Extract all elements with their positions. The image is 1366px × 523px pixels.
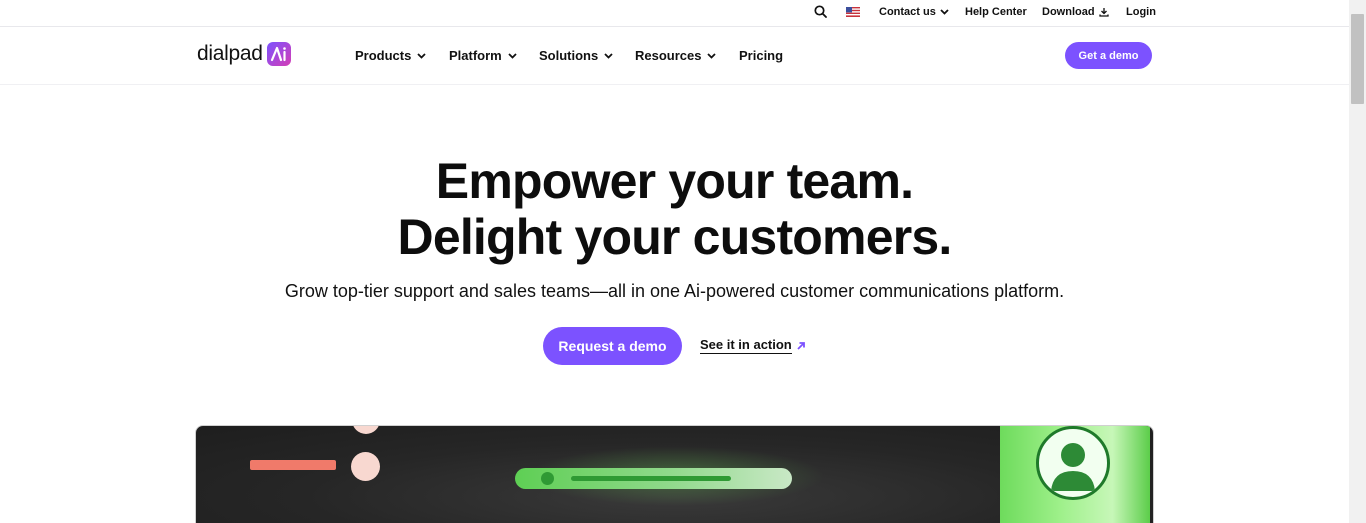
main-nav: dialpad Products Platform Solutions Reso… (0, 28, 1349, 85)
ai-logo-icon (266, 42, 291, 66)
arrow-up-right-icon (797, 341, 805, 350)
green-bar-shape (515, 468, 792, 489)
utility-bar: Contact us Help Center Download Login (0, 0, 1349, 27)
download-link[interactable]: Download (1042, 6, 1109, 18)
peach-dot-shape (352, 426, 380, 434)
page-scrollbar[interactable] (1349, 0, 1366, 523)
scrollbar-thumb[interactable] (1351, 14, 1364, 104)
hero-title: Empower your team. Delight your customer… (0, 153, 1349, 265)
pink-bar-shape (250, 460, 336, 470)
get-a-demo-button[interactable]: Get a demo (1065, 42, 1152, 69)
nav-item-platform[interactable]: Platform (449, 48, 517, 63)
nav-item-pricing[interactable]: Pricing (739, 48, 783, 63)
chevron-down-icon (604, 52, 613, 59)
request-a-demo-button[interactable]: Request a demo (543, 327, 682, 365)
green-panel-shape (1000, 426, 1150, 523)
contact-us-label: Contact us (879, 6, 936, 18)
chevron-down-icon (417, 52, 426, 59)
logo-text: dialpad (197, 42, 263, 65)
hero-title-line-1: Empower your team. (435, 153, 914, 209)
chevron-down-icon (707, 52, 717, 59)
hero-title-line-2: Delight your customers. (397, 209, 953, 265)
download-icon (1098, 8, 1109, 17)
dialpad-logo[interactable]: dialpad (197, 42, 291, 66)
help-center-label: Help Center (965, 6, 1027, 18)
green-line-shape (571, 476, 731, 481)
nav-item-label: Pricing (739, 48, 784, 63)
see-it-in-action-label: See it in action (700, 337, 792, 354)
nav-item-label: Platform (449, 48, 502, 63)
nav-item-label: Products (355, 48, 412, 63)
login-link[interactable]: Login (1126, 6, 1156, 18)
search-icon[interactable] (814, 5, 827, 18)
avatar-icon (1036, 426, 1110, 500)
download-label: Download (1042, 6, 1095, 18)
nav-item-solutions[interactable]: Solutions (539, 48, 613, 63)
login-label: Login (1126, 6, 1156, 18)
green-dot-shape (541, 472, 554, 485)
contact-us-link[interactable]: Contact us (879, 6, 949, 18)
help-center-link[interactable]: Help Center (965, 6, 1027, 18)
nav-item-label: Solutions (539, 48, 599, 63)
hero-subtitle: Grow top-tier support and sales teams—al… (284, 281, 1065, 301)
chevron-down-icon (940, 9, 949, 15)
nav-item-resources[interactable]: Resources (635, 48, 717, 63)
hero-media (195, 425, 1154, 523)
peach-dot-shape (351, 452, 380, 481)
nav-item-label: Resources (635, 48, 702, 63)
nav-item-products[interactable]: Products (355, 48, 426, 63)
chevron-down-icon (508, 52, 517, 59)
see-it-in-action-link[interactable]: See it in action (700, 337, 806, 354)
us-flag-icon[interactable] (846, 7, 860, 17)
